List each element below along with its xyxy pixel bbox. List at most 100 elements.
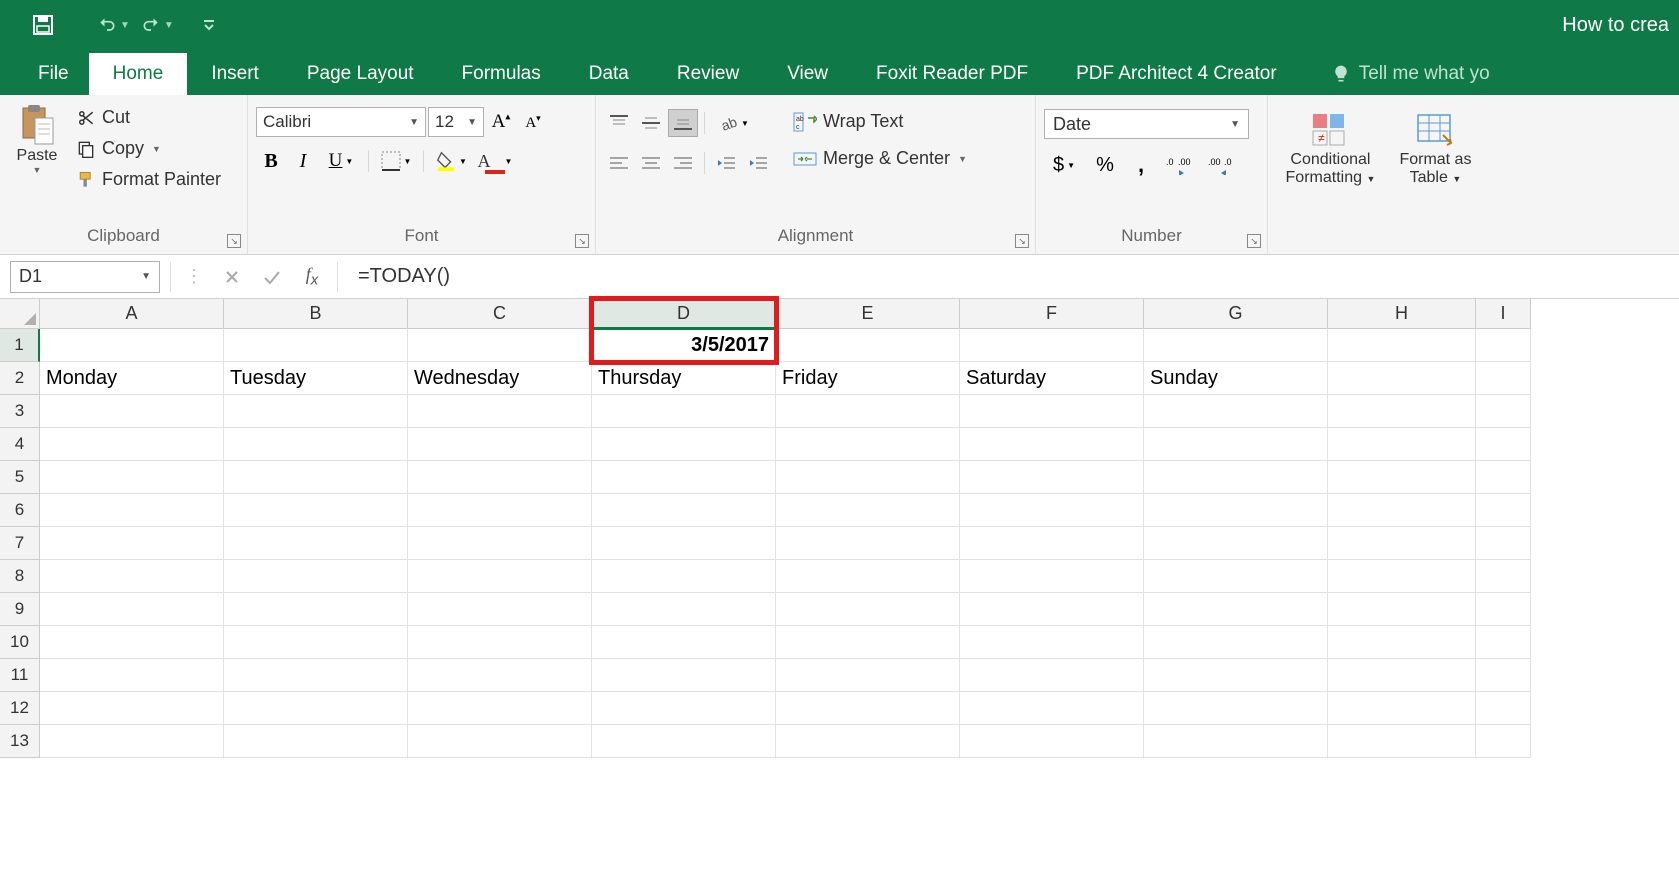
cell-E3[interactable]	[776, 395, 960, 428]
cell-I7[interactable]	[1476, 527, 1531, 560]
tab-formulas[interactable]: Formulas	[438, 53, 565, 95]
tab-insert[interactable]: Insert	[187, 53, 283, 95]
cell-F6[interactable]	[960, 494, 1144, 527]
cell-C10[interactable]	[408, 626, 592, 659]
cell-D11[interactable]	[592, 659, 776, 692]
cell-G6[interactable]	[1144, 494, 1328, 527]
cell-F9[interactable]	[960, 593, 1144, 626]
cell-A2[interactable]: Monday	[40, 362, 224, 395]
row-header-10[interactable]: 10	[0, 626, 40, 659]
row-header-5[interactable]: 5	[0, 461, 40, 494]
row-header-1[interactable]: 1	[0, 329, 40, 362]
font-color-button[interactable]: A ▼	[474, 147, 516, 175]
align-top-button[interactable]	[604, 109, 634, 137]
cell-D10[interactable]	[592, 626, 776, 659]
cell-A6[interactable]	[40, 494, 224, 527]
cell-H3[interactable]	[1328, 395, 1476, 428]
cell-C8[interactable]	[408, 560, 592, 593]
alignment-dialog-launcher[interactable]: ↘	[1015, 234, 1029, 248]
cell-A10[interactable]	[40, 626, 224, 659]
cell-G10[interactable]	[1144, 626, 1328, 659]
cell-G8[interactable]	[1144, 560, 1328, 593]
cell-H5[interactable]	[1328, 461, 1476, 494]
increase-decimal-button[interactable]: .0.00	[1162, 151, 1198, 179]
cell-B12[interactable]	[224, 692, 408, 725]
cell-I12[interactable]	[1476, 692, 1531, 725]
percent-button[interactable]: %	[1090, 151, 1120, 179]
cell-I8[interactable]	[1476, 560, 1531, 593]
cell-C4[interactable]	[408, 428, 592, 461]
cell-E13[interactable]	[776, 725, 960, 758]
paste-button[interactable]: Paste ▼	[8, 101, 66, 175]
cell-C7[interactable]	[408, 527, 592, 560]
col-header-F[interactable]: F	[960, 299, 1144, 329]
tab-view[interactable]: View	[763, 53, 852, 95]
cell-H2[interactable]	[1328, 362, 1476, 395]
cell-I13[interactable]	[1476, 725, 1531, 758]
col-header-A[interactable]: A	[40, 299, 224, 329]
cell-G7[interactable]	[1144, 527, 1328, 560]
undo-button[interactable]: ▼	[96, 15, 130, 35]
name-box[interactable]: D1 ▼	[10, 261, 160, 293]
cell-E6[interactable]	[776, 494, 960, 527]
cell-A7[interactable]	[40, 527, 224, 560]
align-left-button[interactable]	[604, 149, 634, 177]
cell-I1[interactable]	[1476, 329, 1531, 362]
tab-home[interactable]: Home	[89, 53, 188, 95]
cell-B11[interactable]	[224, 659, 408, 692]
cell-H10[interactable]	[1328, 626, 1476, 659]
cell-D12[interactable]	[592, 692, 776, 725]
cell-G1[interactable]	[1144, 329, 1328, 362]
cell-D4[interactable]	[592, 428, 776, 461]
cell-D1[interactable]: 3/5/2017	[592, 329, 776, 362]
cell-H7[interactable]	[1328, 527, 1476, 560]
col-header-E[interactable]: E	[776, 299, 960, 329]
enter-formula-button[interactable]	[257, 263, 287, 291]
number-dialog-launcher[interactable]: ↘	[1247, 234, 1261, 248]
cell-E9[interactable]	[776, 593, 960, 626]
cell-I5[interactable]	[1476, 461, 1531, 494]
cell-I4[interactable]	[1476, 428, 1531, 461]
cell-H12[interactable]	[1328, 692, 1476, 725]
tab-foxit[interactable]: Foxit Reader PDF	[852, 53, 1052, 95]
cell-F13[interactable]	[960, 725, 1144, 758]
cell-A12[interactable]	[40, 692, 224, 725]
cell-I3[interactable]	[1476, 395, 1531, 428]
cell-H6[interactable]	[1328, 494, 1476, 527]
cell-G3[interactable]	[1144, 395, 1328, 428]
increase-font-button[interactable]: A▴	[486, 108, 516, 136]
cell-D2[interactable]: Thursday	[592, 362, 776, 395]
tab-pdf-architect[interactable]: PDF Architect 4 Creator	[1052, 53, 1301, 95]
cell-G13[interactable]	[1144, 725, 1328, 758]
cell-H11[interactable]	[1328, 659, 1476, 692]
cell-C6[interactable]	[408, 494, 592, 527]
cell-E4[interactable]	[776, 428, 960, 461]
cell-F10[interactable]	[960, 626, 1144, 659]
cell-G12[interactable]	[1144, 692, 1328, 725]
row-header-3[interactable]: 3	[0, 395, 40, 428]
align-right-button[interactable]	[668, 149, 698, 177]
cell-D7[interactable]	[592, 527, 776, 560]
cell-D9[interactable]	[592, 593, 776, 626]
cell-A13[interactable]	[40, 725, 224, 758]
row-header-11[interactable]: 11	[0, 659, 40, 692]
cell-B5[interactable]	[224, 461, 408, 494]
cell-B7[interactable]	[224, 527, 408, 560]
cell-C12[interactable]	[408, 692, 592, 725]
align-middle-button[interactable]	[636, 109, 666, 137]
row-header-7[interactable]: 7	[0, 527, 40, 560]
font-size-combo[interactable]: 12 ▼	[428, 107, 484, 137]
col-header-C[interactable]: C	[408, 299, 592, 329]
select-all-corner[interactable]	[0, 299, 40, 329]
cell-G2[interactable]: Sunday	[1144, 362, 1328, 395]
cell-I2[interactable]	[1476, 362, 1531, 395]
cell-C13[interactable]	[408, 725, 592, 758]
decrease-decimal-button[interactable]: .00.0	[1204, 151, 1240, 179]
cell-F11[interactable]	[960, 659, 1144, 692]
cell-H9[interactable]	[1328, 593, 1476, 626]
cell-F8[interactable]	[960, 560, 1144, 593]
row-header-9[interactable]: 9	[0, 593, 40, 626]
cell-H4[interactable]	[1328, 428, 1476, 461]
cell-A8[interactable]	[40, 560, 224, 593]
number-format-combo[interactable]: Date ▼	[1044, 109, 1249, 139]
